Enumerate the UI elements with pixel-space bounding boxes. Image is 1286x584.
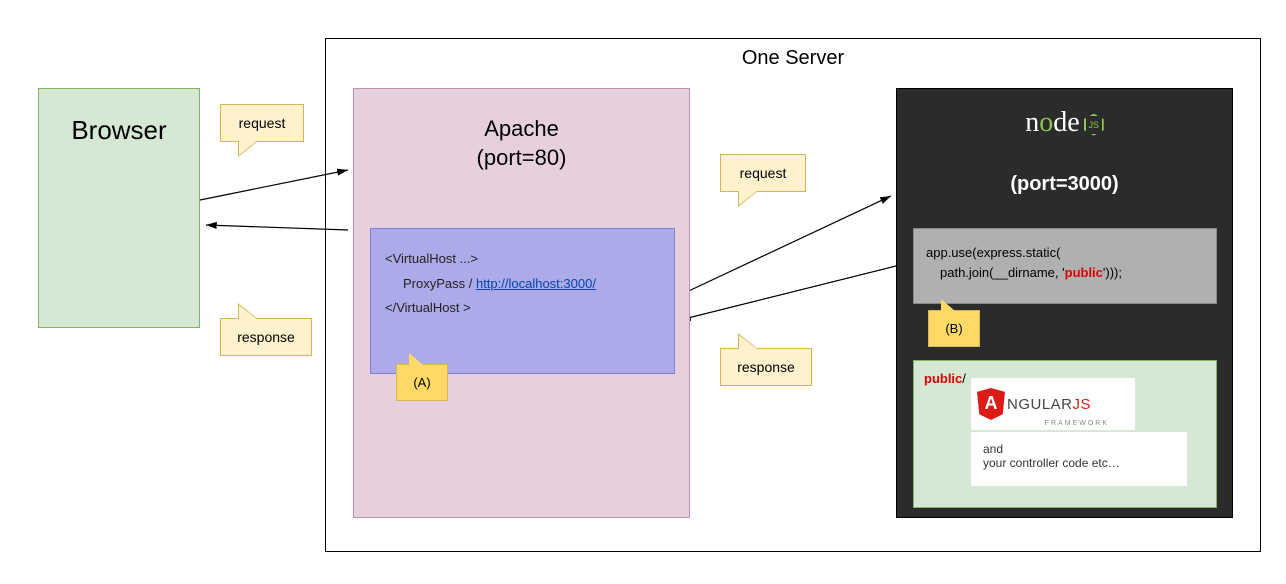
public-label: public	[924, 371, 962, 386]
express-line2: path.join(__dirname, 'public')));	[926, 263, 1204, 283]
callout-request-2-text: request	[740, 165, 787, 181]
callout-request-2: request	[720, 154, 806, 192]
callout-response-1: response	[220, 318, 312, 356]
callout-b-text: (B)	[945, 321, 962, 336]
proxypass-url[interactable]: http://localhost:3000/	[476, 276, 596, 291]
angular-shield-icon: A	[977, 388, 1005, 420]
server-title: One Server	[326, 47, 1260, 70]
angular-text-ngular: NGULAR	[1007, 396, 1073, 413]
vhost-open: <VirtualHost ...>	[385, 247, 660, 272]
node-logo-n: n	[1025, 107, 1039, 138]
node-logo-o: o	[1039, 107, 1053, 138]
angularjs-card: A NGULARJS FRAMEWORK	[971, 378, 1135, 430]
angular-sub: FRAMEWORK	[1045, 420, 1109, 427]
callout-request-1-text: request	[239, 115, 286, 131]
node-logo-d: d	[1053, 107, 1067, 138]
node-logo-e: e	[1067, 107, 1079, 138]
express-line2-public: public	[1065, 265, 1103, 280]
proxypass-label: ProxyPass /	[403, 276, 476, 291]
angular-text-js: JS	[1073, 396, 1092, 413]
node-port-label: (port=3000)	[897, 173, 1232, 196]
callout-marker-b: (B)	[928, 310, 980, 347]
callout-request-1: request	[220, 104, 304, 142]
express-line1: app.use(express.static(	[926, 243, 1204, 263]
express-static-code-box: app.use(express.static( path.join(__dirn…	[913, 228, 1217, 304]
apache-title-line1: Apache	[484, 116, 559, 141]
apache-title: Apache (port=80)	[354, 115, 689, 172]
vhost-close: </VirtualHost >	[385, 296, 660, 321]
callout-a-text: (A)	[413, 375, 430, 390]
public-slash: /	[962, 371, 966, 386]
express-line2-pre: path.join(__dirname, '	[940, 265, 1065, 280]
node-logo-js-hex-icon: JS	[1084, 114, 1104, 136]
browser-title: Browser	[39, 115, 199, 146]
controller-note-line1: and	[983, 442, 1175, 456]
callout-marker-a: (A)	[396, 364, 448, 401]
angular-text: NGULARJS	[1007, 396, 1091, 413]
apache-title-line2: (port=80)	[477, 145, 567, 170]
controller-note-card: and your controller code etc…	[971, 432, 1187, 486]
vhost-proxypass-line: ProxyPass / http://localhost:3000/	[385, 272, 660, 297]
browser-box: Browser	[38, 88, 200, 328]
callout-response-2: response	[720, 348, 812, 386]
controller-note-line2: your controller code etc…	[983, 456, 1175, 470]
node-logo: nodeJS	[897, 107, 1232, 139]
express-line2-post: ')));	[1103, 265, 1122, 280]
callout-response-2-text: response	[737, 359, 795, 375]
callout-response-1-text: response	[237, 329, 295, 345]
